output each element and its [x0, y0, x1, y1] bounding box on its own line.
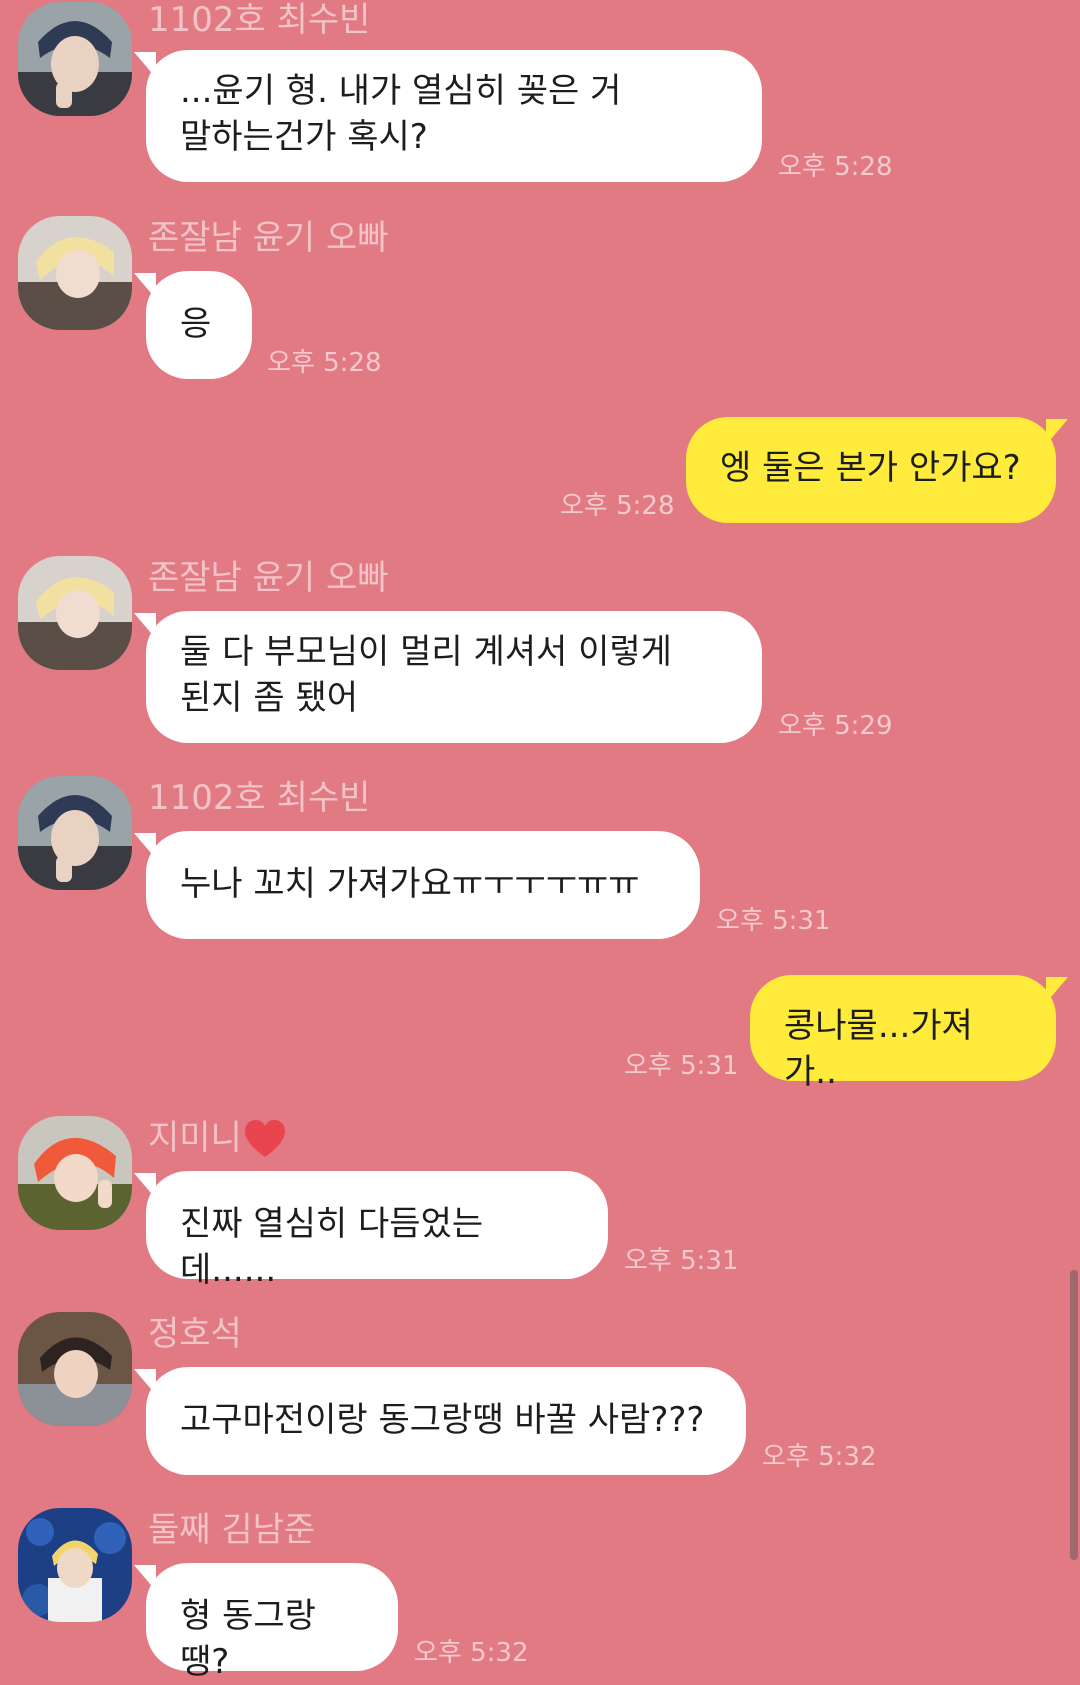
sender-name: 1102호 최수빈	[148, 0, 371, 40]
message-bubble[interactable]: ...윤기 형. 내가 열심히 꽂은 거 말하는건가 혹시?	[146, 50, 762, 182]
message-bubble[interactable]: 엥 둘은 본가 안가요?	[686, 417, 1056, 523]
message-bubble[interactable]: 누나 꼬치 가져가요ㅠㅜㅜㅜㅠㅠ	[146, 831, 700, 939]
message-bubble[interactable]: 둘 다 부모님이 멀리 계셔서 이렇게 된지 좀 됐어	[146, 611, 762, 743]
message-time: 오후 5:28	[267, 348, 382, 378]
avatar[interactable]	[18, 1508, 132, 1622]
message-bubble[interactable]: 형 동그랑땡?	[146, 1563, 398, 1682]
scrollbar[interactable]	[1070, 1270, 1078, 1560]
chat-window[interactable]: 1102호 최수빈 ...윤기 형. 내가 열심히 꽂은 거 말하는건가 혹시?…	[0, 0, 1080, 1682]
message-time: 오후 5:32	[414, 1638, 529, 1668]
avatar[interactable]	[18, 776, 132, 890]
sender-name: 존잘남 윤기 오빠	[148, 218, 389, 258]
message-bubble[interactable]: 콩나물...가져가..	[750, 975, 1056, 1092]
avatar[interactable]	[18, 216, 132, 330]
message-time: 오후 5:29	[778, 711, 893, 741]
sender-name: 정호석	[148, 1314, 242, 1354]
message-time: 오후 5:28	[778, 152, 893, 182]
message-time: 오후 5:31	[716, 906, 831, 936]
message-bubble[interactable]: 고구마전이랑 동그랑땡 바꿀 사람???	[146, 1367, 746, 1475]
sender-name: 1102호 최수빈	[148, 778, 371, 818]
message-bubble[interactable]: 진짜 열심히 다듬었는데......	[146, 1171, 608, 1290]
message-time: 오후 5:31	[624, 1051, 739, 1081]
message-time: 오후 5:32	[762, 1442, 877, 1472]
sender-name: 지미니	[148, 1118, 242, 1158]
avatar[interactable]	[18, 1312, 132, 1426]
avatar[interactable]	[18, 556, 132, 670]
avatar[interactable]	[18, 1116, 132, 1230]
sender-name: 존잘남 윤기 오빠	[148, 558, 389, 598]
heart-icon	[245, 1120, 285, 1157]
message-time: 오후 5:31	[624, 1246, 739, 1276]
sender-name: 둘째 김남준	[148, 1510, 316, 1550]
avatar[interactable]	[18, 2, 132, 116]
message-bubble[interactable]: 응	[146, 271, 252, 379]
message-time: 오후 5:28	[560, 491, 675, 521]
